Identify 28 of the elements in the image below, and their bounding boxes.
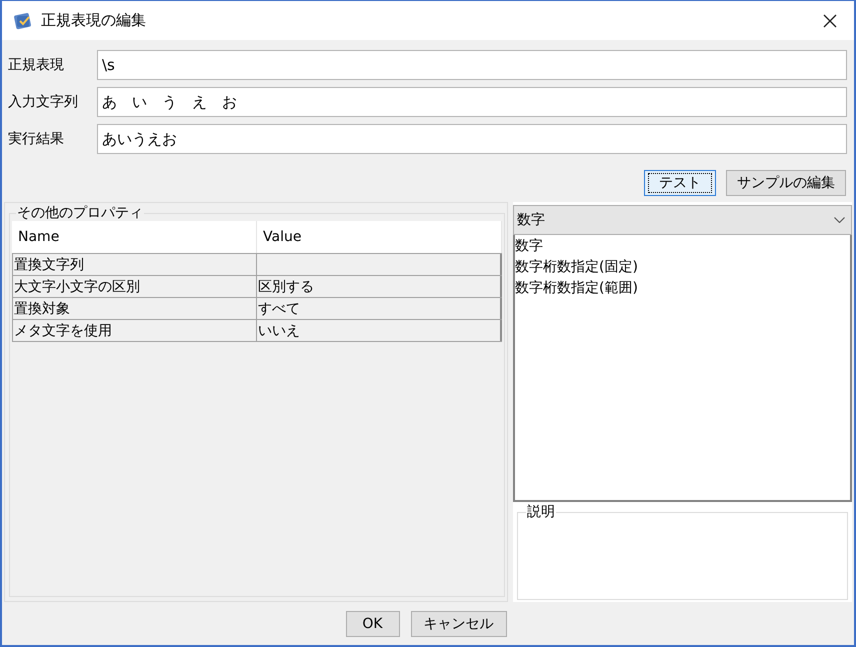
category-dropdown[interactable]: 数字 bbox=[513, 205, 852, 235]
property-name: 置換文字列 bbox=[13, 256, 84, 274]
property-value: いいえ bbox=[257, 322, 300, 340]
action-button[interactable]: テスト bbox=[644, 170, 716, 196]
property-value: 区別する bbox=[257, 278, 314, 296]
close-icon bbox=[823, 14, 837, 28]
window-title: 正規表現の編集 bbox=[41, 10, 146, 32]
property-name: メタ文字を使用 bbox=[13, 322, 112, 340]
group-title: その他のプロパティ bbox=[16, 205, 144, 221]
sample-item[interactable]: 数字桁数指定(範囲) bbox=[515, 278, 638, 299]
action-button[interactable]: サンプルの編集 bbox=[726, 170, 846, 196]
dialog-button[interactable]: OK bbox=[346, 611, 400, 637]
input-field[interactable]: あいうえお bbox=[97, 124, 847, 154]
property-name: 置換対象 bbox=[13, 300, 70, 318]
field-label: 実行結果 bbox=[8, 130, 65, 148]
dialog-button[interactable]: キャンセル bbox=[410, 611, 506, 637]
group-title: 説明 bbox=[526, 504, 556, 520]
column-header[interactable]: Name bbox=[12, 221, 257, 253]
sample-item[interactable]: 数字桁数指定(固定) bbox=[515, 257, 638, 278]
input-field[interactable]: あ い う え お bbox=[97, 87, 847, 117]
field-label: 正規表現 bbox=[8, 56, 65, 74]
property-value: すべて bbox=[257, 300, 300, 318]
column-header[interactable]: Value bbox=[257, 221, 502, 253]
input-field[interactable]: \s bbox=[97, 50, 847, 80]
chevron-down-icon bbox=[834, 217, 845, 223]
property-name: 大文字小文字の区別 bbox=[13, 278, 140, 296]
sample-item[interactable]: 数字 bbox=[515, 236, 543, 257]
field-label: 入力文字列 bbox=[8, 92, 79, 112]
